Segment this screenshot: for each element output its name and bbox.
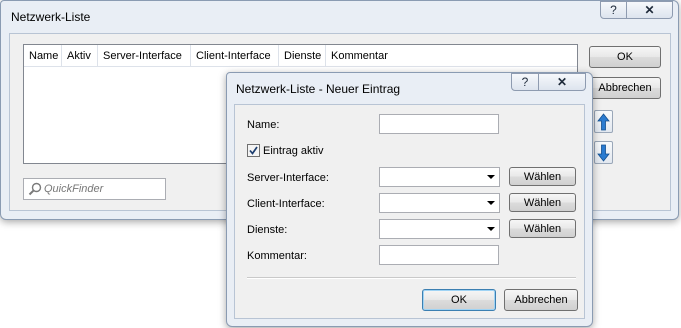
quickfinder-input[interactable]: QuickFinder: [23, 178, 166, 200]
server-interface-choose-button[interactable]: Wählen: [509, 167, 576, 186]
chevron-down-icon: [487, 175, 495, 179]
column-header-kommentar[interactable]: Kommentar: [326, 45, 577, 67]
server-interface-select[interactable]: [379, 167, 500, 187]
client-interface-label: Client-Interface:: [247, 198, 325, 210]
name-field[interactable]: [379, 114, 499, 134]
comment-field[interactable]: [379, 245, 499, 265]
dialog-cancel-button[interactable]: Abbrechen: [504, 289, 578, 311]
client-interface-select[interactable]: [379, 193, 500, 213]
close-button[interactable]: ✕: [626, 1, 673, 19]
main-cancel-button[interactable]: Abbrechen: [589, 77, 661, 99]
arrow-down-icon: [597, 144, 610, 162]
close-icon: ✕: [556, 75, 568, 89]
dialog-ok-button[interactable]: OK: [422, 289, 496, 311]
server-interface-label: Server-Interface:: [247, 172, 329, 184]
column-header-dienste[interactable]: Dienste: [279, 45, 326, 67]
main-window-title: Netzwerk-Liste: [11, 10, 91, 24]
column-header-name[interactable]: Name: [24, 45, 62, 67]
comment-label: Kommentar:: [247, 250, 307, 262]
column-header-aktiv[interactable]: Aktiv: [62, 45, 98, 67]
arrow-up-icon: [597, 112, 610, 130]
new-entry-dialog: Netzwerk-Liste - Neuer Eintrag ? ✕ Name:…: [226, 72, 593, 327]
services-select[interactable]: [379, 219, 500, 239]
separator: [247, 277, 576, 279]
help-button[interactable]: ?: [600, 1, 627, 19]
chevron-down-icon: [487, 227, 495, 231]
chevron-down-icon: [487, 201, 495, 205]
dialog-content: Name: Eintrag aktiv Server-Interface: Wä…: [234, 104, 585, 319]
active-label[interactable]: Eintrag aktiv: [263, 145, 324, 157]
magnifier-icon: [28, 182, 42, 196]
close-icon: ✕: [644, 3, 655, 17]
column-header-client-interface[interactable]: Client-Interface: [191, 45, 279, 67]
dialog-close-button[interactable]: ✕: [538, 73, 586, 91]
checkmark-icon: [249, 146, 258, 155]
services-label: Dienste:: [247, 224, 288, 236]
active-checkbox[interactable]: [247, 144, 260, 157]
main-ok-button[interactable]: OK: [589, 46, 661, 68]
move-up-button[interactable]: [594, 110, 613, 133]
client-interface-choose-button[interactable]: Wählen: [509, 193, 576, 212]
name-label: Name:: [247, 119, 280, 131]
quickfinder-placeholder: QuickFinder: [44, 183, 104, 195]
move-down-button[interactable]: [594, 141, 613, 164]
dialog-title: Netzwerk-Liste - Neuer Eintrag: [236, 82, 401, 96]
column-header-server-interface[interactable]: Server-Interface: [98, 45, 191, 67]
services-choose-button[interactable]: Wählen: [509, 219, 576, 238]
dialog-help-button[interactable]: ?: [511, 73, 539, 91]
